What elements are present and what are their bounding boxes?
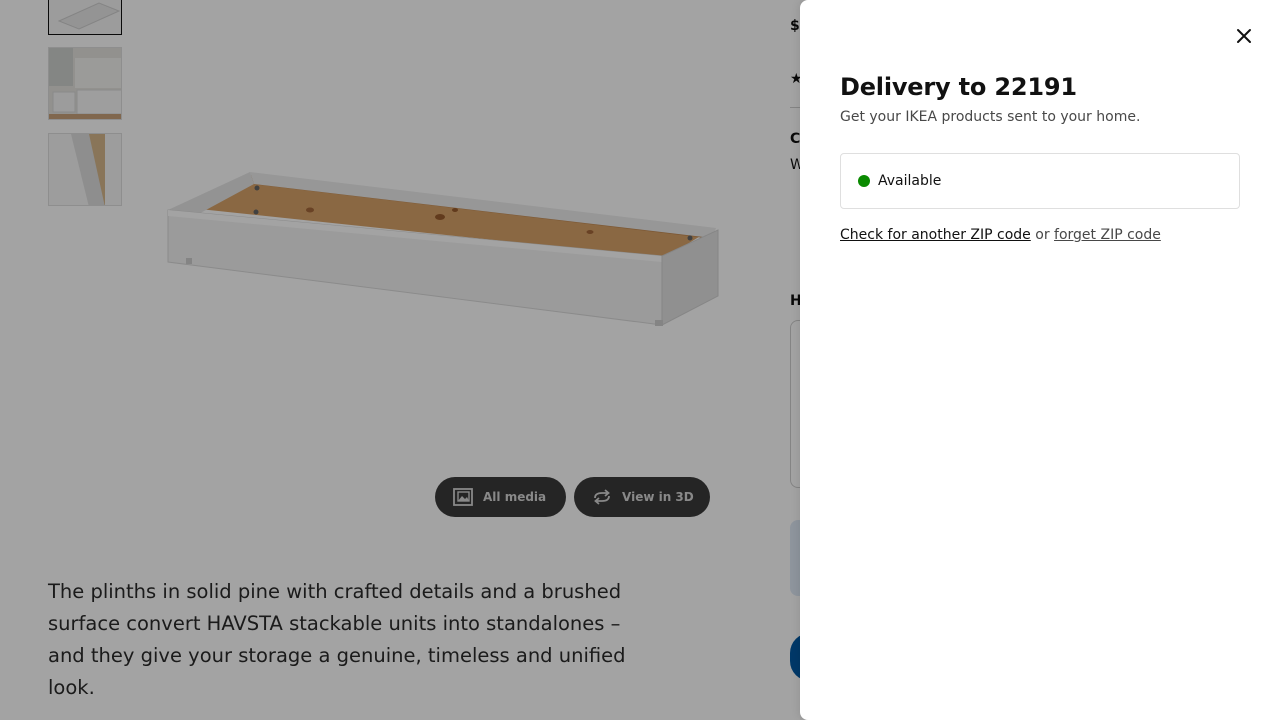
modal-title: Delivery to 22191 (840, 73, 1077, 101)
check-another-zip-link[interactable]: Check for another ZIP code (840, 227, 1031, 243)
availability-status-text: Available (878, 173, 942, 189)
available-status-dot-icon (858, 175, 870, 187)
forget-zip-link[interactable]: forget ZIP code (1054, 227, 1161, 243)
or-separator: or (1035, 227, 1050, 243)
availability-status-box: Available (840, 153, 1240, 209)
close-button[interactable] (1228, 20, 1260, 52)
zip-links: Check for another ZIP code or forget ZIP… (840, 227, 1161, 243)
modal-subtitle: Get your IKEA products sent to your home… (840, 109, 1141, 125)
delivery-modal: Delivery to 22191 Get your IKEA products… (800, 0, 1280, 720)
close-icon (1237, 29, 1251, 43)
